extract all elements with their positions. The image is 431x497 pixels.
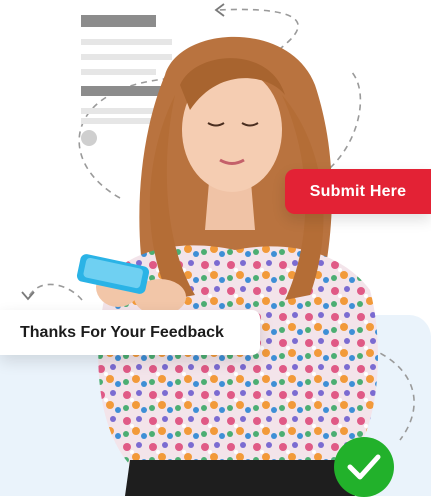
arrow-left-icon [21, 291, 35, 301]
submit-button-label: Submit Here [309, 182, 407, 200]
feedback-message: Thanks For Your Feedback [20, 323, 224, 341]
feedback-illustration: Submit Here Thanks For Your Feedback [0, 0, 431, 497]
check-icon [347, 454, 381, 480]
feedback-confirmation-card: Thanks For Your Feedback [0, 310, 260, 355]
woman-with-phone-illustration [76, 36, 378, 496]
submit-button[interactable]: Submit Here [285, 169, 431, 214]
success-badge [334, 437, 394, 497]
